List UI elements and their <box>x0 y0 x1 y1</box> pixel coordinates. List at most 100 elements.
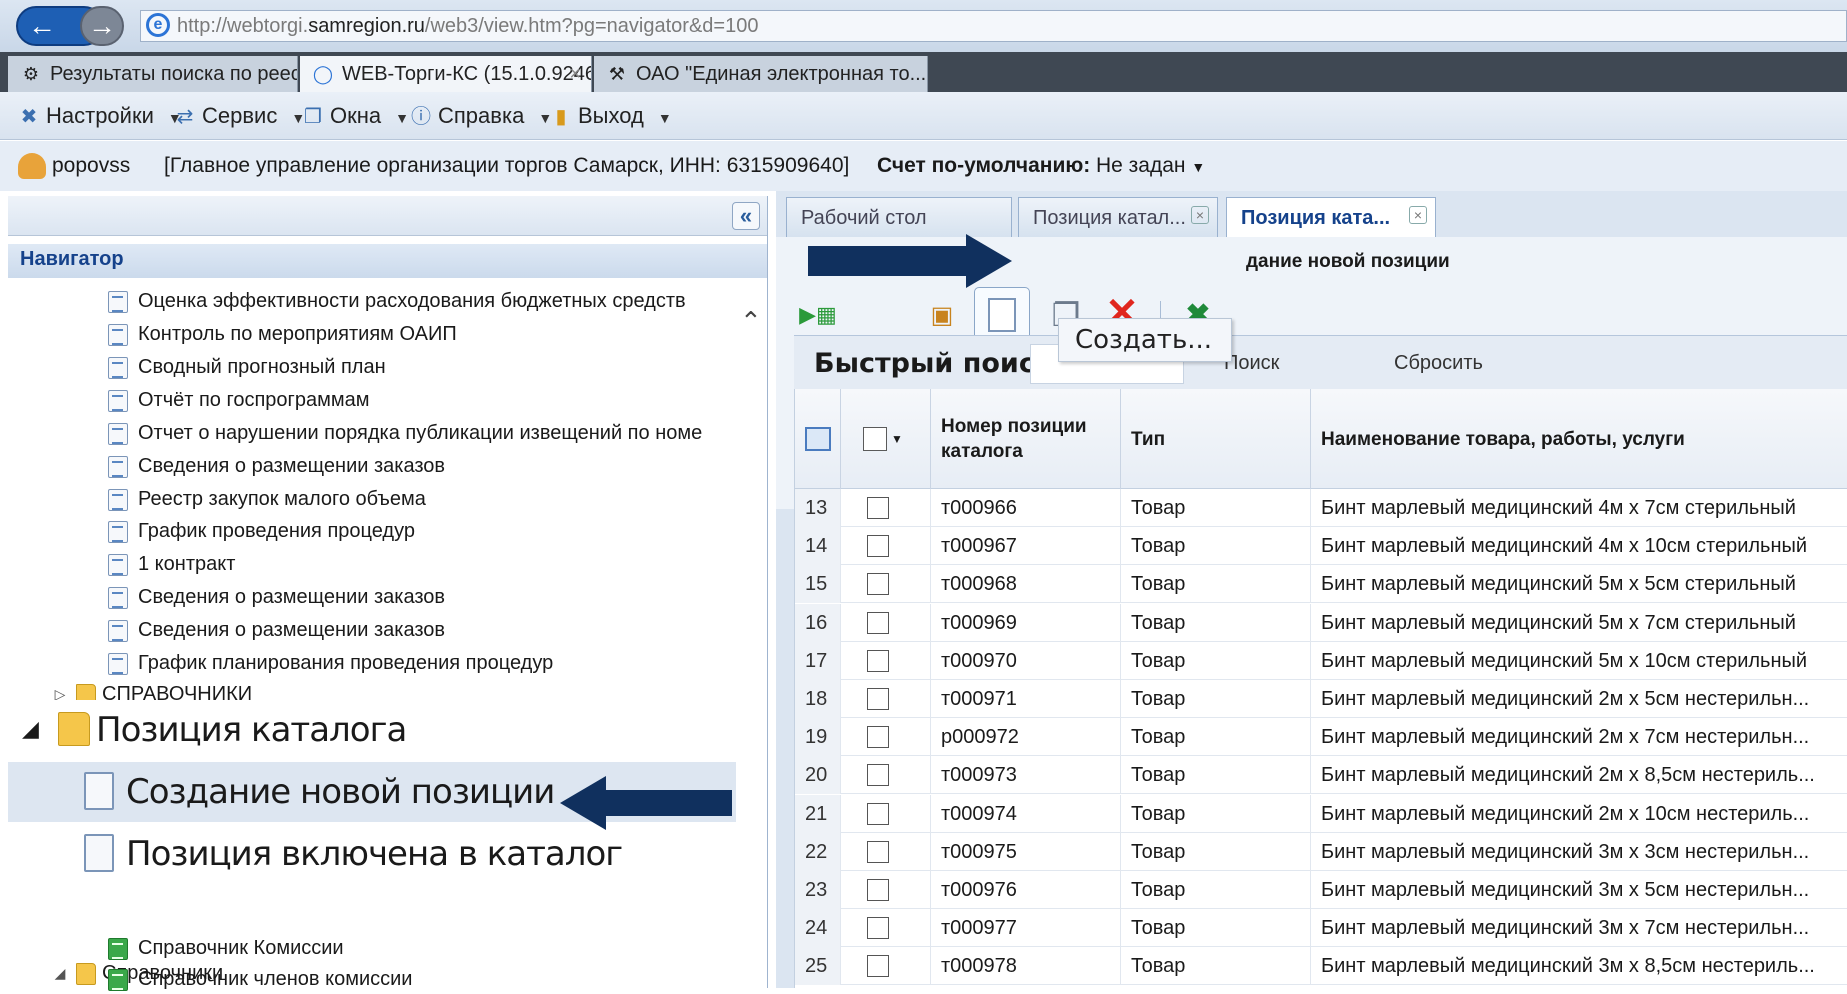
row-checkbox[interactable] <box>867 764 889 787</box>
select-all-checkbox[interactable] <box>863 427 887 451</box>
table-row[interactable]: 14 т000967 Товар Бинт марлевый медицинский … <box>795 527 1847 566</box>
item-name-cell: Бинт марлевый медицинский 3м х 3см несте… <box>1321 840 1810 863</box>
item-name-cell: Бинт марлевый медицинский 2м х 5см несте… <box>1321 688 1810 710</box>
menu-windows[interactable]: ❐ Окна ▼ <box>300 100 409 132</box>
ie-tab-icon: ◯ <box>312 64 334 84</box>
app-menu-bar: ✖ Настройки ▼ ⇄ Сервис ▼ ❐ Окна ▼ ⓘ Справка ▼ ▮ В… <box>0 92 1847 140</box>
row-checkbox[interactable] <box>867 879 889 901</box>
table-row[interactable]: 15 т000968 Товар Бинт марлевый медицинский … <box>795 565 1847 604</box>
row-number-cell: 24 <box>795 909 841 948</box>
table-row[interactable]: 16 т000969 Товар Бинт марлевый медицинский … <box>795 603 1847 642</box>
row-select-cell <box>841 641 931 680</box>
select-all-column-header[interactable]: ▼ <box>841 389 931 489</box>
annotation-arrow-right <box>808 246 968 276</box>
row-number-cell: 19 <box>795 718 841 757</box>
table-row[interactable]: 20 т000973 Товар Бинт марлевый медицинский … <box>795 756 1847 795</box>
row-checkbox[interactable] <box>867 955 889 978</box>
item-name-cell: Бинт марлевый медицинский 4м х 10см стер… <box>1321 535 1808 558</box>
catalog-code-cell: т000971 <box>931 680 1121 718</box>
browser-tab-search-results[interactable]: ⚙ Результаты поиска по реестр... <box>8 56 298 92</box>
grid-header: ▼ Номер позиции каталога Тип Наименовани… <box>795 389 1847 489</box>
report-icon <box>108 357 128 379</box>
menu-exit[interactable]: ▮ Выход ▼ <box>548 100 671 132</box>
forward-arrow-icon: → <box>88 10 116 41</box>
calendar-column-header[interactable] <box>795 389 841 489</box>
table-row[interactable]: 21 т000974 Товар Бинт марлевый медицинский … <box>795 794 1847 833</box>
save-icon: ▣ <box>930 301 954 329</box>
catalog-code-cell: т000977 <box>931 909 1121 948</box>
row-checkbox[interactable] <box>867 726 889 749</box>
quick-search-bar: Быстрый поиск Поиск Сбросить <box>794 335 1847 391</box>
back-arrow-icon: ← <box>28 10 56 41</box>
browser-tab-ets[interactable]: ⚒ ОАО "Единая электронная то... <box>594 56 928 92</box>
type-cell: Товар <box>1121 909 1311 948</box>
close-icon[interactable]: × <box>1409 206 1427 224</box>
collapse-triangle-icon[interactable]: ◢ <box>22 700 39 760</box>
row-select-cell <box>841 565 931 604</box>
save-button[interactable]: ▣ <box>926 295 958 335</box>
row-checkbox[interactable] <box>867 611 889 634</box>
service-icon: ⇄ <box>176 106 194 128</box>
tab-catalog-position-2[interactable]: Позиция ката... × <box>1226 197 1436 237</box>
table-row[interactable]: 23 т000976 Товар Бинт марлевый медицинский … <box>795 871 1847 909</box>
row-checkbox[interactable] <box>867 535 889 558</box>
form-title: дание новой позиции <box>1246 251 1450 272</box>
annotation-arrow-left-head <box>560 776 606 830</box>
type-cell: Товар <box>1121 794 1311 833</box>
table-row[interactable]: 19 р000972 Товар Бинт марлевый медицинский … <box>795 718 1847 757</box>
row-checkbox[interactable] <box>867 802 889 825</box>
forward-button[interactable]: → <box>80 6 124 46</box>
search-button[interactable]: Поиск <box>1224 352 1279 375</box>
browser-address-bar: ← → http://webtorgi.samregion.ru/web3/vi… <box>0 0 1847 52</box>
collapse-triangle-icon[interactable]: ◢ <box>52 958 68 988</box>
url-field[interactable]: http://webtorgi.samregion.ru/web3/view.h… <box>140 10 1847 42</box>
menu-help[interactable]: ⓘ Справка ▼ <box>408 100 552 132</box>
user-name: popovss <box>52 154 131 177</box>
table-row[interactable]: 22 т000975 Товар Бинт марлевый медицинский … <box>795 832 1847 871</box>
item-name-cell: Бинт марлевый медицинский 4м х 7см стери… <box>1321 497 1796 519</box>
row-number-cell: 13 <box>795 489 841 527</box>
default-account-select[interactable]: Не задан ▼ <box>1096 141 1205 192</box>
table-row[interactable]: 17 т000970 Товар Бинт марлевый медицинский … <box>795 641 1847 680</box>
settings-icon: ✖ <box>20 106 38 128</box>
row-checkbox[interactable] <box>867 917 889 940</box>
report-icon <box>108 521 128 543</box>
item-name-cell: Бинт марлевый медицинский 3м х 8,5см нес… <box>1321 955 1815 978</box>
table-row[interactable]: 13 т000966 Товар Бинт марлевый медицинский … <box>795 489 1847 527</box>
tab-desktop[interactable]: Рабочий стол <box>786 197 1012 237</box>
hammer-tab-icon: ⚒ <box>608 64 626 84</box>
column-header-type[interactable]: Тип <box>1121 389 1311 489</box>
row-number-cell: 18 <box>795 680 841 718</box>
row-checkbox[interactable] <box>867 573 889 596</box>
catalog-code-cell: р000972 <box>931 718 1121 757</box>
menu-service[interactable]: ⇄ Сервис ▼ <box>172 100 306 132</box>
tab-close-icon[interactable]: × <box>569 56 581 92</box>
browser-tab-webtorgi[interactable]: ◯ WEB-Торги-КС (15.1.0.9246... × <box>300 56 592 92</box>
row-select-cell <box>841 489 931 527</box>
reset-button[interactable]: Сбросить <box>1394 352 1483 375</box>
run-button[interactable]: ▶▦ <box>794 295 842 335</box>
item-name-cell: Бинт марлевый медицинский 5м х 5см стери… <box>1321 573 1796 596</box>
table-row[interactable]: 18 т000971 Товар Бинт марлевый медицинский … <box>795 680 1847 718</box>
row-number-cell: 25 <box>795 947 841 986</box>
row-select-cell <box>841 871 931 909</box>
table-row[interactable]: 24 т000977 Товар Бинт марлевый медицинский … <box>795 909 1847 948</box>
tab-catalog-position-1[interactable]: Позиция катал... × <box>1018 197 1218 237</box>
catalog-code-cell: т000976 <box>931 871 1121 909</box>
type-cell: Товар <box>1121 641 1311 680</box>
catalog-code-cell: т000974 <box>931 794 1121 833</box>
scroll-up-chevron-icon[interactable]: ⌃ <box>740 306 762 337</box>
type-cell: Товар <box>1121 832 1311 871</box>
close-icon[interactable]: × <box>1191 206 1209 224</box>
column-header-code[interactable]: Номер позиции каталога <box>931 389 1121 489</box>
tree-item-position-in-catalog[interactable]: Позиция включена в каталог <box>8 824 736 884</box>
row-checkbox[interactable] <box>867 497 889 519</box>
report-icon <box>108 423 128 445</box>
row-checkbox[interactable] <box>867 840 889 863</box>
row-checkbox[interactable] <box>867 649 889 672</box>
column-header-name[interactable]: Наименование товара, работы, услуги <box>1311 389 1847 489</box>
table-row[interactable]: 25 т000978 Товар Бинт марлевый медицинский … <box>795 947 1847 986</box>
menu-settings[interactable]: ✖ Настройки ▼ <box>16 100 182 132</box>
collapse-panel-button[interactable]: « <box>732 202 760 230</box>
row-checkbox[interactable] <box>867 688 889 710</box>
